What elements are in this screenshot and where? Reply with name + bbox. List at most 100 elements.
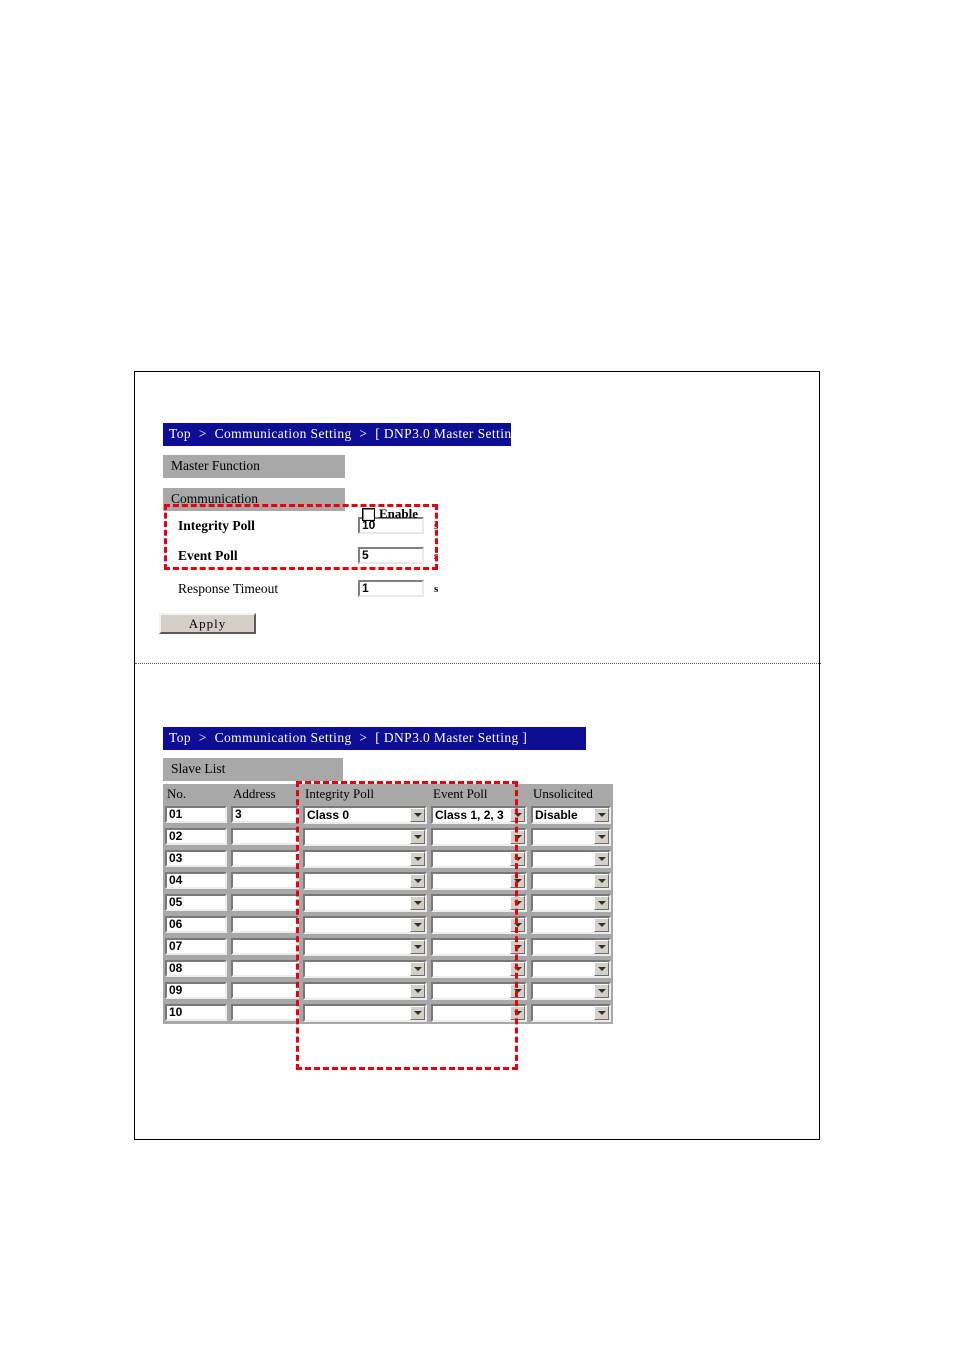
chevron-down-icon[interactable] <box>410 873 425 888</box>
event-poll-selected-value <box>433 918 510 932</box>
breadcrumb: Top > Communication Setting > [ DNP3.0 M… <box>163 423 527 446</box>
integrity-poll-select[interactable] <box>303 915 427 934</box>
integrity-poll-select[interactable] <box>303 893 427 912</box>
address-input[interactable] <box>231 894 299 912</box>
chevron-down-icon[interactable] <box>510 873 525 888</box>
event-poll-select[interactable] <box>431 937 527 956</box>
chevron-down-icon[interactable] <box>510 829 525 844</box>
integrity-poll-select[interactable] <box>303 959 427 978</box>
row-number-input[interactable]: 06 <box>165 916 227 934</box>
event-poll-input[interactable]: 5 <box>358 547 424 565</box>
row-number-input[interactable]: 10 <box>165 1004 227 1022</box>
chevron-down-icon[interactable] <box>594 807 609 822</box>
breadcrumb-root[interactable]: Top <box>169 426 191 441</box>
chevron-down-icon[interactable] <box>410 807 425 822</box>
event-poll-select[interactable] <box>431 871 527 890</box>
chevron-down-icon[interactable] <box>410 851 425 866</box>
unsolicited-select[interactable] <box>531 1003 611 1022</box>
unsolicited-select[interactable] <box>531 893 611 912</box>
table-row: 05 <box>163 892 613 914</box>
chevron-down-icon[interactable] <box>510 961 525 976</box>
chevron-down-icon[interactable] <box>410 895 425 910</box>
integrity-poll-select[interactable] <box>303 827 427 846</box>
chevron-down-icon[interactable] <box>594 983 609 998</box>
chevron-down-icon[interactable] <box>510 917 525 932</box>
row-number-input[interactable]: 01 <box>165 806 227 824</box>
event-poll-selected-value <box>433 852 510 866</box>
row-number-input[interactable]: 04 <box>165 872 227 890</box>
row-number-input[interactable]: 02 <box>165 828 227 846</box>
chevron-down-icon[interactable] <box>594 895 609 910</box>
chevron-down-icon[interactable] <box>410 917 425 932</box>
chevron-down-icon[interactable] <box>410 829 425 844</box>
slave-list-table: No. Address Integrity Poll Event Poll Unsoli… <box>163 783 613 1024</box>
chevron-down-icon[interactable] <box>410 961 425 976</box>
integrity-poll-select[interactable] <box>303 1003 427 1022</box>
chevron-down-glyph <box>413 1010 422 1015</box>
chevron-down-icon[interactable] <box>594 961 609 976</box>
chevron-down-icon[interactable] <box>594 829 609 844</box>
chevron-down-icon[interactable] <box>510 807 525 822</box>
event-poll-select[interactable] <box>431 1003 527 1022</box>
chevron-down-icon[interactable] <box>594 851 609 866</box>
event-poll-select[interactable] <box>431 893 527 912</box>
address-input[interactable] <box>231 872 299 890</box>
unsolicited-select[interactable] <box>531 959 611 978</box>
chevron-down-icon[interactable] <box>594 873 609 888</box>
chevron-down-icon[interactable] <box>510 983 525 998</box>
row-number-input[interactable]: 08 <box>165 960 227 978</box>
unsolicited-select[interactable] <box>531 937 611 956</box>
integrity-poll-select[interactable] <box>303 871 427 890</box>
response-timeout-input[interactable]: 1 <box>358 580 424 598</box>
breadcrumb-root[interactable]: Top <box>169 730 191 745</box>
chevron-down-icon[interactable] <box>510 851 525 866</box>
unsolicited-selected-value <box>533 984 594 998</box>
event-poll-selected-value <box>433 940 510 954</box>
event-poll-select[interactable] <box>431 827 527 846</box>
chevron-down-icon[interactable] <box>510 895 525 910</box>
unsolicited-select[interactable] <box>531 915 611 934</box>
event-poll-selected-value <box>433 962 510 976</box>
event-poll-select[interactable] <box>431 959 527 978</box>
breadcrumb-section[interactable]: Communication Setting <box>215 426 352 441</box>
address-input[interactable] <box>231 828 299 846</box>
integrity-poll-select[interactable] <box>303 849 427 868</box>
chevron-down-icon[interactable] <box>410 983 425 998</box>
chevron-down-icon[interactable] <box>594 917 609 932</box>
event-poll-select[interactable]: Class 1, 2, 3 <box>431 805 527 824</box>
address-input[interactable] <box>231 938 299 956</box>
breadcrumb-section[interactable]: Communication Setting <box>215 730 352 745</box>
row-number-input[interactable]: 07 <box>165 938 227 956</box>
address-input[interactable] <box>231 982 299 1000</box>
enable-checkbox[interactable] <box>362 508 375 520</box>
unsolicited-select[interactable] <box>531 871 611 890</box>
event-poll-select[interactable] <box>431 915 527 934</box>
integrity-poll-select[interactable]: Class 0 <box>303 805 427 824</box>
apply-button[interactable]: Apply <box>159 613 256 634</box>
chevron-down-icon[interactable] <box>594 1005 609 1020</box>
integrity-poll-select[interactable] <box>303 937 427 956</box>
event-poll-select[interactable] <box>431 981 527 1000</box>
row-number-input[interactable]: 05 <box>165 894 227 912</box>
unsolicited-select[interactable]: Disable <box>531 805 611 824</box>
unsolicited-select[interactable] <box>531 827 611 846</box>
unsolicited-select[interactable] <box>531 981 611 1000</box>
chevron-down-icon[interactable] <box>410 939 425 954</box>
unsolicited-selected-value: Disable <box>535 807 578 822</box>
table-row: 02 <box>163 826 613 848</box>
address-input[interactable] <box>231 850 299 868</box>
unsolicited-select[interactable] <box>531 849 611 868</box>
integrity-poll-selected-value <box>305 962 410 976</box>
row-number-input[interactable]: 09 <box>165 982 227 1000</box>
address-input[interactable] <box>231 960 299 978</box>
chevron-down-icon[interactable] <box>410 1005 425 1020</box>
address-input[interactable] <box>231 916 299 934</box>
chevron-down-icon[interactable] <box>594 939 609 954</box>
chevron-down-icon[interactable] <box>510 1005 525 1020</box>
address-input[interactable]: 3 <box>231 806 299 824</box>
chevron-down-icon[interactable] <box>510 939 525 954</box>
row-number-input[interactable]: 03 <box>165 850 227 868</box>
address-input[interactable] <box>231 1004 299 1022</box>
integrity-poll-select[interactable] <box>303 981 427 1000</box>
event-poll-select[interactable] <box>431 849 527 868</box>
